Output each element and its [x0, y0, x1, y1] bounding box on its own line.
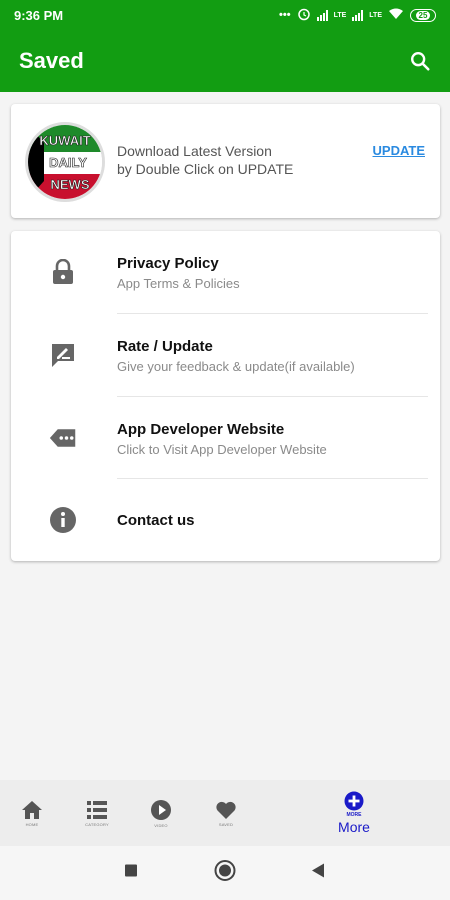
update-card: KUWAIT DAILY NEWS Download Latest Versio… [11, 104, 440, 218]
app-bar: Saved [0, 30, 450, 92]
menu-item-title: Rate / Update [117, 338, 213, 355]
menu-item-title: Privacy Policy [117, 255, 219, 272]
nav-saved[interactable]: SAVED [198, 780, 254, 846]
network-type-2: LTE [369, 11, 382, 19]
logo-line-1: KUWAIT [39, 133, 90, 148]
square-icon [125, 864, 137, 877]
nav-label: SAVED [218, 821, 234, 827]
nav-label: CATEGORY [85, 821, 109, 827]
nav-label: HOME [25, 821, 39, 827]
search-icon [411, 52, 430, 71]
more-dots-icon: ••• [279, 9, 291, 21]
app-logo: KUWAIT DAILY NEWS [25, 122, 105, 202]
back-triangle-icon [312, 863, 324, 878]
signal-icon-2 [352, 9, 364, 21]
update-message: Download Latest Version by Double Click … [117, 142, 293, 178]
menu-item-subtitle: Give your feedback & update(if available… [117, 359, 355, 374]
system-nav-bar [0, 846, 450, 900]
wifi-icon [388, 8, 404, 23]
menu-card: Privacy Policy App Terms & Policies Rate… [11, 231, 440, 561]
rate-review-icon [49, 341, 77, 369]
add-circle-icon [344, 791, 364, 811]
menu-item-title: App Developer Website [117, 421, 285, 438]
page-title: Saved [19, 48, 84, 73]
info-icon [49, 506, 77, 534]
alarm-icon [297, 7, 311, 24]
circle-home-icon [214, 860, 236, 881]
bottom-nav: HOME CATEGORY VIDEO SAVED MORE More [0, 780, 450, 846]
more-tag-icon [49, 424, 77, 452]
back-button[interactable] [311, 863, 325, 884]
logo-line-3: NEWS [51, 177, 90, 192]
menu-item-contact-us[interactable]: Contact us [11, 479, 440, 561]
status-icons: ••• LTE LTE 25 [279, 7, 436, 24]
logo-line-2: DAILY [49, 155, 87, 170]
home-system-button[interactable] [214, 860, 236, 887]
menu-item-rate-update[interactable]: Rate / Update Give your feedback & updat… [11, 314, 440, 396]
update-line-2: by Double Click on UPDATE [117, 161, 294, 177]
status-bar: 9:36 PM ••• LTE LTE 25 [0, 0, 450, 30]
update-line-1: Download Latest Version [117, 143, 272, 159]
nav-home[interactable]: HOME [4, 780, 60, 846]
search-button[interactable] [406, 47, 434, 75]
nav-video[interactable]: VIDEO [133, 780, 189, 846]
nav-more-label: More [338, 819, 370, 835]
nav-label: VIDEO [154, 822, 168, 828]
nav-more-mini-label: MORE [346, 812, 362, 818]
menu-item-subtitle: App Terms & Policies [117, 276, 240, 291]
nav-more[interactable]: MORE More [326, 780, 382, 846]
status-time: 9:36 PM [14, 7, 64, 23]
menu-item-developer-website[interactable]: App Developer Website Click to Visit App… [11, 397, 440, 479]
video-play-icon [151, 799, 171, 820]
network-type-1: LTE [333, 11, 347, 19]
update-button[interactable]: UPDATE [373, 143, 425, 158]
category-list-icon [87, 800, 107, 819]
signal-icon [316, 9, 328, 21]
nav-category[interactable]: CATEGORY [69, 780, 125, 846]
recents-button[interactable] [124, 864, 138, 883]
battery-level: 25 [415, 10, 431, 20]
heart-icon [216, 801, 236, 819]
home-icon [22, 800, 42, 819]
menu-item-privacy-policy[interactable]: Privacy Policy App Terms & Policies [11, 231, 440, 313]
menu-item-title: Contact us [117, 512, 195, 529]
menu-item-subtitle: Click to Visit App Developer Website [117, 442, 327, 457]
lock-icon [49, 258, 77, 286]
battery-icon: 25 [410, 8, 436, 22]
